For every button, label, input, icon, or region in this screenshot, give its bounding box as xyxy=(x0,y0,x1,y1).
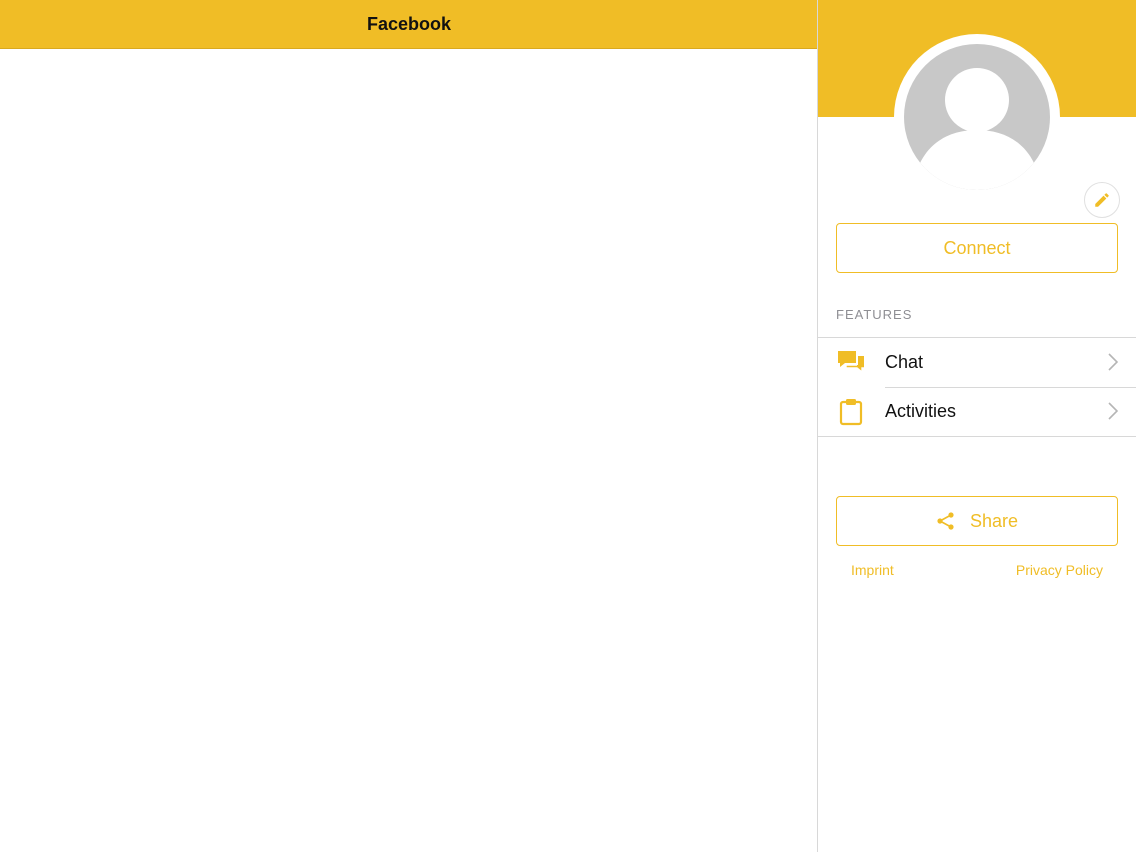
navigation-bar: Facebook xyxy=(0,0,818,49)
pencil-icon xyxy=(1095,193,1109,207)
imprint-link[interactable]: Imprint xyxy=(851,562,894,578)
edit-avatar-button[interactable] xyxy=(1084,182,1120,218)
share-button[interactable]: Share xyxy=(836,496,1118,546)
page-title: Facebook xyxy=(366,13,452,34)
avatar[interactable] xyxy=(904,44,1050,190)
privacy-policy-link[interactable]: Privacy Policy xyxy=(1016,562,1103,578)
avatar-ring xyxy=(894,34,1120,218)
chat-bubbles-icon xyxy=(837,349,865,377)
connect-button[interactable]: Connect xyxy=(836,223,1118,273)
app-window: Facebook Connect FEATURES Chat Activitie… xyxy=(0,0,1136,852)
clipboard-icon xyxy=(837,398,865,426)
share-button-label: Share xyxy=(969,510,1019,531)
list-item-label: Chat xyxy=(885,352,924,372)
chevron-right-icon xyxy=(1108,353,1118,371)
list-item-activities[interactable]: Activities xyxy=(818,387,1136,436)
main-pane: Facebook xyxy=(0,0,818,852)
connect-button-label: Connect xyxy=(943,237,1011,258)
chevron-right-icon xyxy=(1108,402,1118,420)
side-panel: Connect FEATURES Chat Activities Share I… xyxy=(818,0,1136,852)
default-user-avatar-icon xyxy=(912,68,1042,190)
features-section-label: FEATURES xyxy=(836,307,913,322)
list-item-chat[interactable]: Chat xyxy=(818,338,1136,387)
share-icon xyxy=(937,512,954,530)
list-item-label: Activities xyxy=(885,401,957,421)
features-list: Chat Activities xyxy=(818,337,1136,437)
